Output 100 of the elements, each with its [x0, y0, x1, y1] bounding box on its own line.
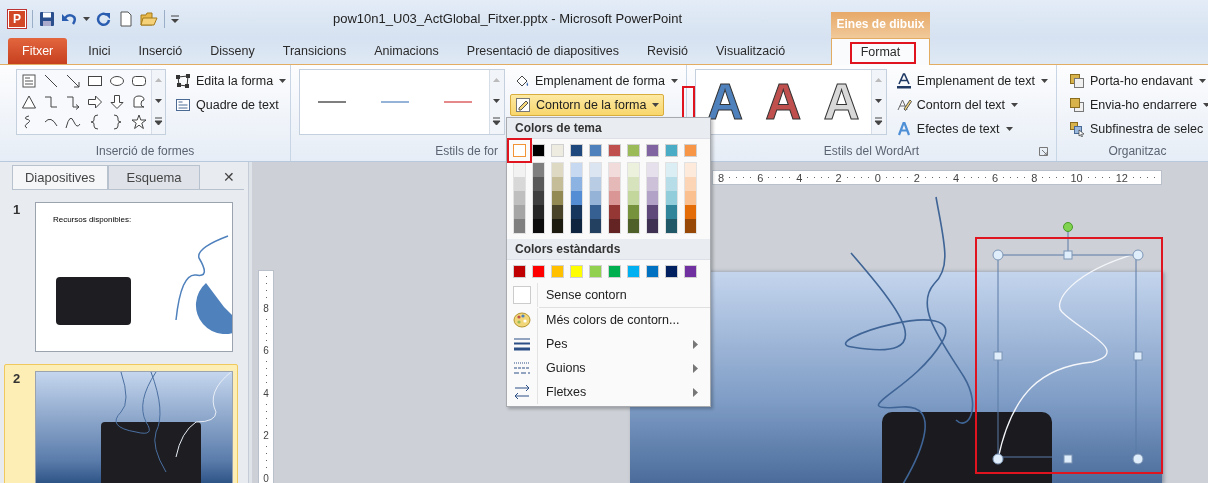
slide-item[interactable]: 2 — [4, 364, 238, 483]
color-swatch[interactable] — [609, 205, 620, 219]
panel-tab[interactable]: Diapositives — [12, 165, 108, 189]
color-swatch[interactable] — [513, 144, 526, 157]
color-swatch[interactable] — [685, 191, 696, 205]
menu-item[interactable]: Més colors de contorn... — [507, 308, 710, 332]
folder-icon[interactable] — [140, 11, 158, 27]
color-swatch[interactable] — [571, 177, 582, 191]
color-swatch[interactable] — [552, 219, 563, 233]
color-swatch[interactable] — [666, 219, 677, 233]
color-swatch[interactable] — [551, 144, 564, 157]
wordart-style[interactable]: A — [765, 72, 802, 132]
color-swatch[interactable] — [552, 163, 563, 177]
color-swatch[interactable] — [684, 144, 697, 157]
color-swatch[interactable] — [533, 177, 544, 191]
menu-item[interactable]: Pes — [507, 332, 710, 356]
color-swatch[interactable] — [666, 163, 677, 177]
ribbon-button[interactable]: Quadre de text — [171, 94, 283, 116]
color-swatch[interactable] — [514, 163, 525, 177]
slide-item[interactable]: 1 Recursos disponibles: — [4, 195, 238, 359]
color-swatch[interactable] — [609, 177, 620, 191]
down-arrow-icon[interactable] — [109, 93, 125, 110]
color-swatch[interactable] — [533, 205, 544, 219]
color-swatch[interactable] — [685, 219, 696, 233]
color-swatch[interactable] — [532, 265, 545, 278]
ribbon-button[interactable]: Edita la forma — [171, 70, 291, 92]
color-swatch[interactable] — [647, 205, 658, 219]
panel-tab[interactable]: Esquema — [108, 165, 200, 189]
save-icon[interactable] — [39, 11, 55, 27]
ribbon-tab[interactable]: Format — [831, 38, 930, 65]
color-swatch[interactable] — [627, 144, 640, 157]
color-swatch[interactable] — [571, 205, 582, 219]
new-document-icon[interactable] — [118, 11, 134, 27]
color-swatch[interactable] — [628, 219, 639, 233]
color-swatch[interactable] — [647, 163, 658, 177]
ribbon-tab[interactable]: Transicions — [269, 38, 360, 64]
app-logo[interactable]: P — [8, 10, 26, 28]
color-swatch[interactable] — [571, 219, 582, 233]
color-swatch[interactable] — [513, 265, 526, 278]
oval-icon[interactable] — [109, 73, 125, 89]
color-swatch[interactable] — [609, 219, 620, 233]
color-swatch[interactable] — [646, 265, 659, 278]
line-icon[interactable] — [43, 73, 59, 89]
color-swatch[interactable] — [647, 219, 658, 233]
elbow-arrow-icon[interactable] — [65, 93, 81, 110]
right-arrow-icon[interactable] — [87, 93, 103, 110]
rounded-rectangle-icon[interactable] — [131, 73, 147, 89]
color-swatch[interactable] — [552, 177, 563, 191]
rectangle-icon[interactable] — [87, 73, 103, 89]
color-swatch[interactable] — [590, 191, 601, 205]
text-box-icon[interactable] — [21, 73, 37, 89]
color-swatch[interactable] — [647, 177, 658, 191]
color-swatch[interactable] — [646, 144, 659, 157]
ribbon-button[interactable]: Contorn de la forma — [510, 94, 665, 116]
color-swatch[interactable] — [628, 205, 639, 219]
ribbon-button[interactable]: Emplenament de forma — [510, 70, 682, 92]
color-swatch[interactable] — [552, 205, 563, 219]
redo-icon[interactable] — [96, 11, 112, 27]
color-swatch[interactable] — [533, 219, 544, 233]
caret-icon[interactable] — [83, 17, 90, 21]
ribbon-tab[interactable]: Revisió — [634, 38, 701, 64]
star-icon[interactable] — [131, 114, 147, 131]
ribbon-button[interactable]: Emplenament de text — [891, 70, 1052, 92]
color-swatch[interactable] — [571, 163, 582, 177]
color-swatch[interactable] — [533, 191, 544, 205]
color-swatch[interactable] — [627, 265, 640, 278]
ribbon-button[interactable]: Porta-ho endavant — [1064, 70, 1208, 92]
color-swatch[interactable] — [647, 191, 658, 205]
color-swatch[interactable] — [532, 144, 545, 157]
ribbon-tab[interactable]: Inici — [75, 38, 124, 64]
color-swatch[interactable] — [628, 177, 639, 191]
menu-item[interactable]: Fletxes — [507, 380, 710, 404]
color-swatch[interactable] — [514, 219, 525, 233]
triangle-icon[interactable] — [21, 93, 37, 110]
wordart-style[interactable]: A — [707, 72, 744, 132]
ribbon-button[interactable]: Envia-ho endarrere — [1064, 94, 1208, 116]
color-swatch[interactable] — [666, 191, 677, 205]
color-swatch[interactable] — [685, 163, 696, 177]
color-swatch[interactable] — [665, 265, 678, 278]
color-swatch[interactable] — [589, 144, 602, 157]
color-swatch[interactable] — [551, 265, 564, 278]
color-swatch[interactable] — [571, 191, 582, 205]
color-swatch[interactable] — [628, 191, 639, 205]
close-button[interactable]: ✕ — [214, 165, 244, 189]
color-swatch[interactable] — [590, 177, 601, 191]
color-swatch[interactable] — [533, 163, 544, 177]
color-swatch[interactable] — [628, 163, 639, 177]
dialog-launcher-icon[interactable] — [1038, 147, 1048, 156]
undo-icon[interactable] — [61, 11, 77, 27]
menu-item[interactable]: Guions — [507, 356, 710, 380]
ribbon-tab[interactable]: Disseny — [197, 38, 268, 64]
color-swatch[interactable] — [608, 265, 621, 278]
ribbon-button[interactable]: Contorn del text — [891, 94, 1023, 116]
color-swatch[interactable] — [570, 265, 583, 278]
ribbon-tab[interactable]: Inserció — [125, 38, 196, 64]
color-swatch[interactable] — [609, 191, 620, 205]
color-swatch[interactable] — [665, 144, 678, 157]
ribbon-tab[interactable]: Animacions — [361, 38, 452, 64]
color-swatch[interactable] — [685, 205, 696, 219]
color-swatch[interactable] — [590, 163, 601, 177]
